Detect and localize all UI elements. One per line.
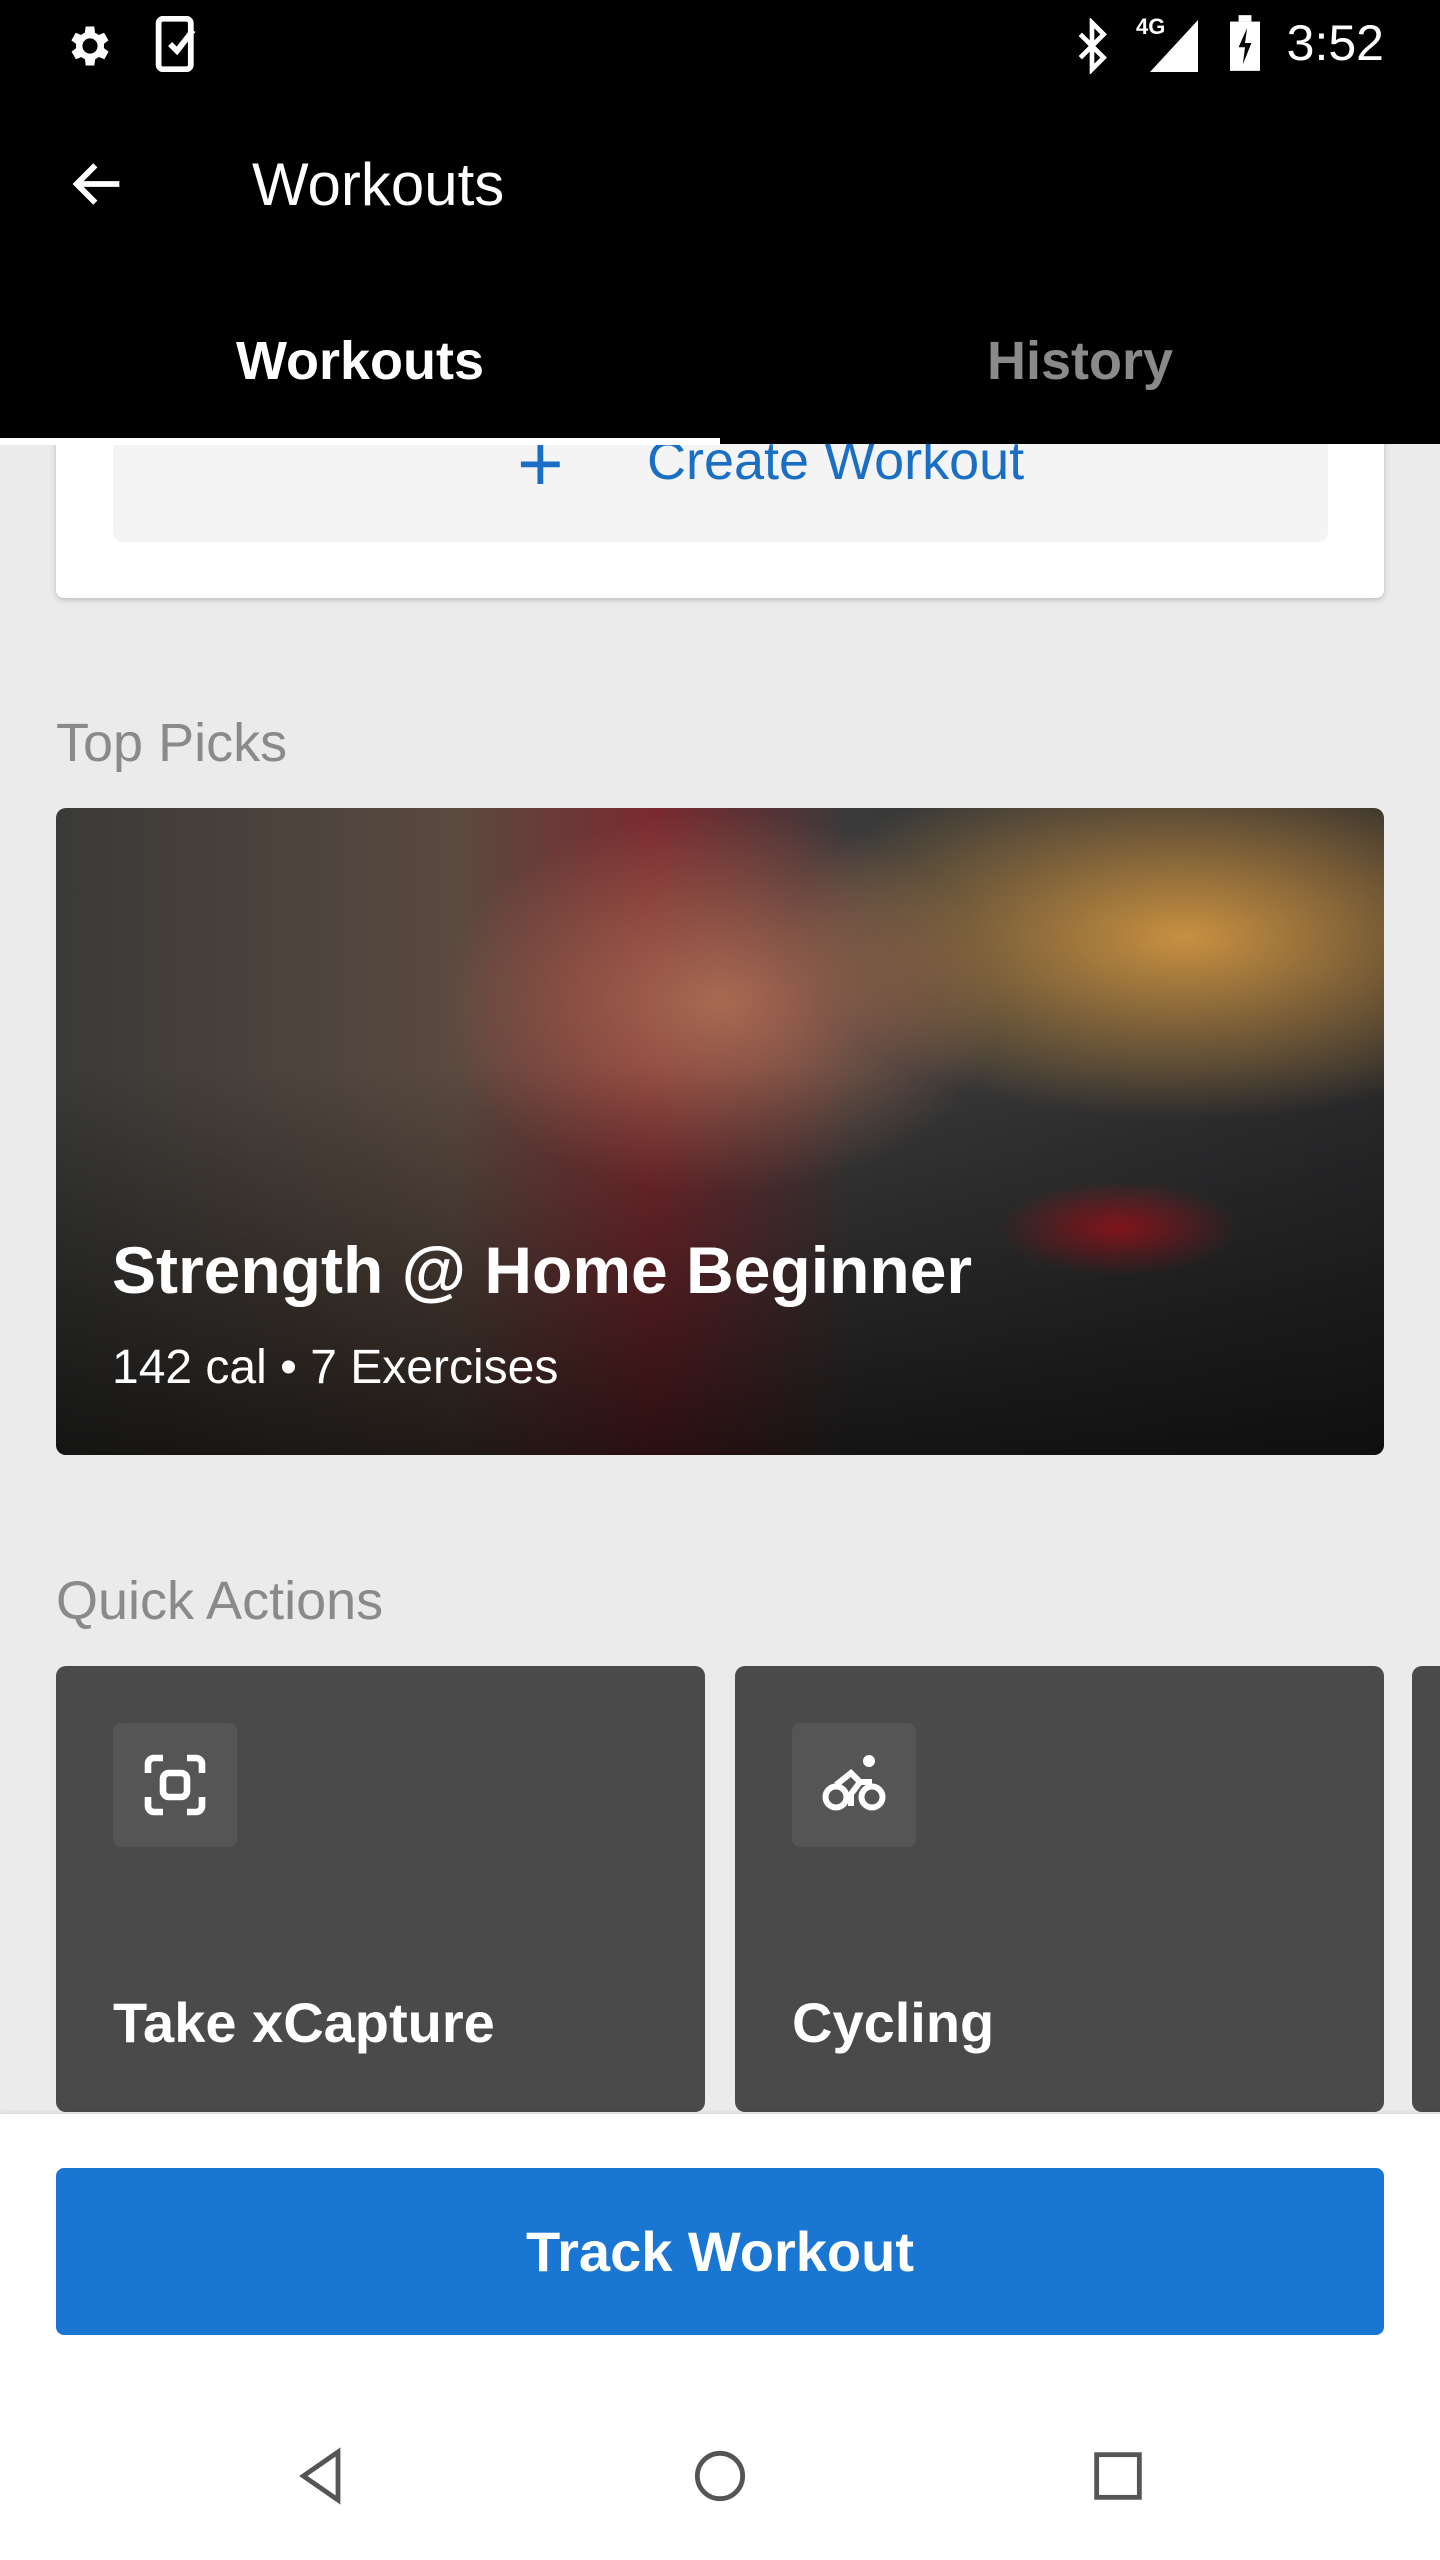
quick-actions-heading: Quick Actions <box>56 1571 384 1631</box>
quick-action-take-xcapture[interactable]: Take xCapture <box>56 1666 705 2112</box>
signal-icon <box>1150 20 1198 72</box>
clock: 3:52 <box>1286 15 1384 71</box>
back-nav-icon[interactable] <box>290 2444 354 2508</box>
battery-charging-icon <box>1230 15 1260 71</box>
quick-action-label: Cycling <box>792 1991 995 2054</box>
quick-action-more[interactable] <box>1412 1666 1440 2112</box>
tab-workouts[interactable]: Workouts <box>0 330 720 392</box>
capture-icon <box>113 1723 237 1847</box>
settings-icon <box>71 26 109 66</box>
track-workout-button[interactable]: Track Workout <box>56 2168 1384 2335</box>
quick-action-cycling[interactable]: Cycling <box>735 1666 1384 2112</box>
cycling-icon <box>792 1723 916 1847</box>
bluetooth-icon <box>1078 18 1107 74</box>
bottom-panel: Track Workout <box>0 2114 1440 2560</box>
top-picks-heading: Top Picks <box>56 713 288 773</box>
app-bar: Workouts Workouts History <box>0 90 1440 445</box>
quick-action-label: Take xCapture <box>113 1991 495 2054</box>
tab-history[interactable]: History <box>720 330 1440 392</box>
arrow-left-icon[interactable] <box>66 152 130 216</box>
top-pick-title: Strength @ Home Beginner <box>112 1233 973 1307</box>
tab-indicator <box>0 438 720 445</box>
page-title: Workouts <box>252 151 505 218</box>
recents-nav-icon[interactable] <box>1086 2444 1150 2508</box>
status-bar: 4G 3:52 <box>0 0 1440 90</box>
top-pick-subtitle: 142 cal • 7 Exercises <box>112 1341 559 1394</box>
device-check-icon <box>155 16 196 72</box>
top-pick-card[interactable]: Strength @ Home Beginner 142 cal • 7 Exe… <box>56 808 1384 1455</box>
home-nav-icon[interactable] <box>688 2444 752 2508</box>
